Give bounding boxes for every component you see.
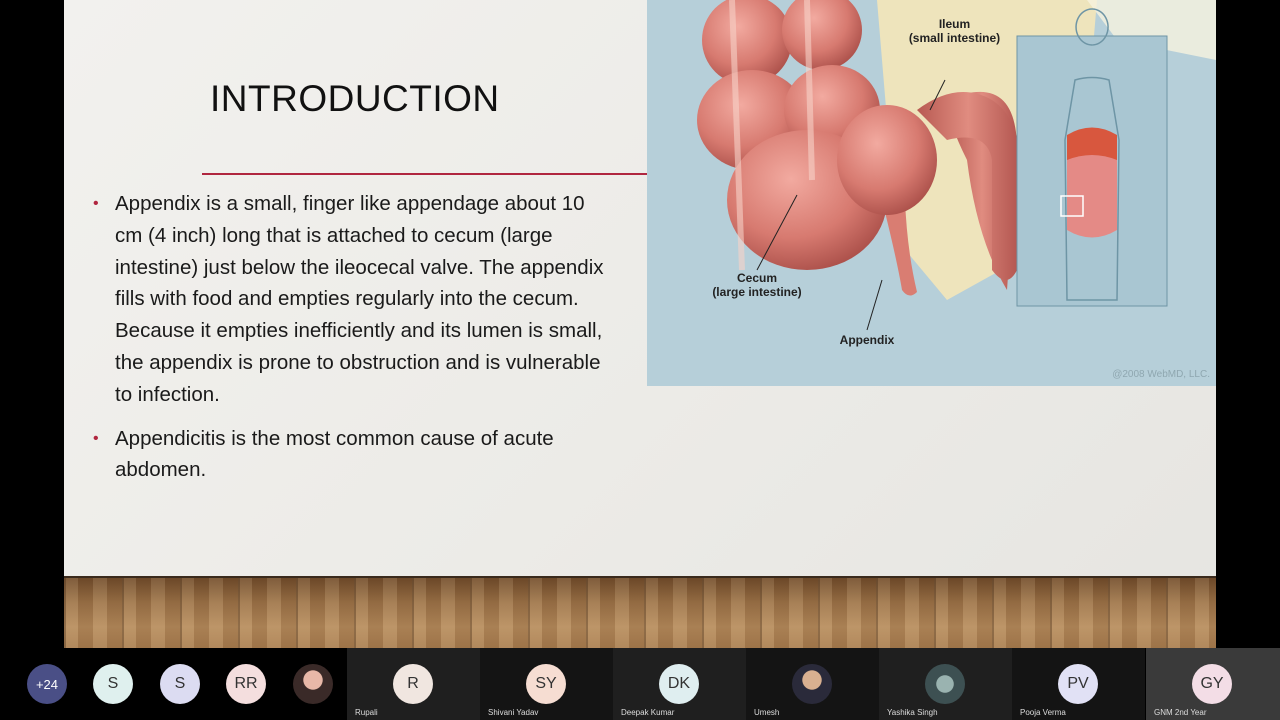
label-cecum-title: Cecum [736,271,777,285]
participant-tile[interactable]: R Rupali [347,648,480,720]
participant-name: Yashika Singh [887,708,938,717]
bullet-icon: • [93,429,99,447]
label-cecum: Cecum (large intestine) [697,271,817,299]
participant-avatar: R [393,664,433,704]
photo-avatar-icon [792,664,832,704]
participant-name: Shivani Yadav [488,708,539,717]
participant-avatar: GY [1192,664,1232,704]
bullet-icon: • [93,195,99,212]
participant-tile[interactable]: Umesh [746,648,879,720]
participant-avatar[interactable]: S [93,664,133,704]
label-ileum-title: Ileum [938,17,971,31]
more-participants-button[interactable]: +24 [27,664,67,704]
anatomy-illustration: Ileum (small intestine) Cecum (large int… [647,0,1216,386]
title-underline [202,173,648,175]
bullet-item: • Appendix is a small, finger like append… [92,188,612,411]
wood-floor-decoration [64,578,1216,648]
intestine-drawing [697,0,1216,331]
participant-avatar[interactable]: S [160,664,200,704]
presentation-slide: INTRODUCTION • Appendix is a small, finge… [64,0,1216,648]
participant-avatar: DK [659,664,699,704]
participant-tile[interactable]: Yashika Singh [879,648,1012,720]
participant-name: Deepak Kumar [621,708,675,717]
label-ileum: Ileum (small intestine) [887,17,1022,45]
bullet-text: Appendix is a small, finger like appenda… [115,192,604,406]
participant-avatar: PV [1058,664,1098,704]
bullet-text: Appendicitis is the most common cause of… [115,426,554,482]
figure-copyright: @2008 WebMD, LLC. [1112,369,1210,380]
participant-tile[interactable]: SY Shivani Yadav [480,648,613,720]
participant-tile[interactable]: DK Deepak Kumar [613,648,746,720]
participant-tile[interactable]: PV Pooja Verma [1012,648,1145,720]
label-cecum-sub: (large intestine) [712,285,802,299]
bullet-list: • Appendix is a small, finger like append… [92,188,612,498]
photo-avatar-icon[interactable] [293,664,333,704]
participant-tile[interactable]: GY GNM 2nd Year [1146,648,1280,720]
participant-name: Pooja Verma [1020,708,1066,717]
participant-strip: +24 S S RR R Rupali SY Shivani Yadav DK … [0,648,1280,720]
participant-avatar: SY [526,664,566,704]
participant-name: Umesh [754,708,780,717]
photo-avatar-icon [925,664,965,704]
label-ileum-sub: (small intestine) [908,31,1001,45]
bullet-item: • Appendicitis is the most common cause o… [92,423,612,487]
label-appendix: Appendix [839,333,895,347]
participant-avatar[interactable]: RR [226,664,266,704]
participant-name: Rupali [355,708,378,717]
slide-title: INTRODUCTION [210,78,500,119]
participant-name: GNM 2nd Year [1154,708,1207,717]
